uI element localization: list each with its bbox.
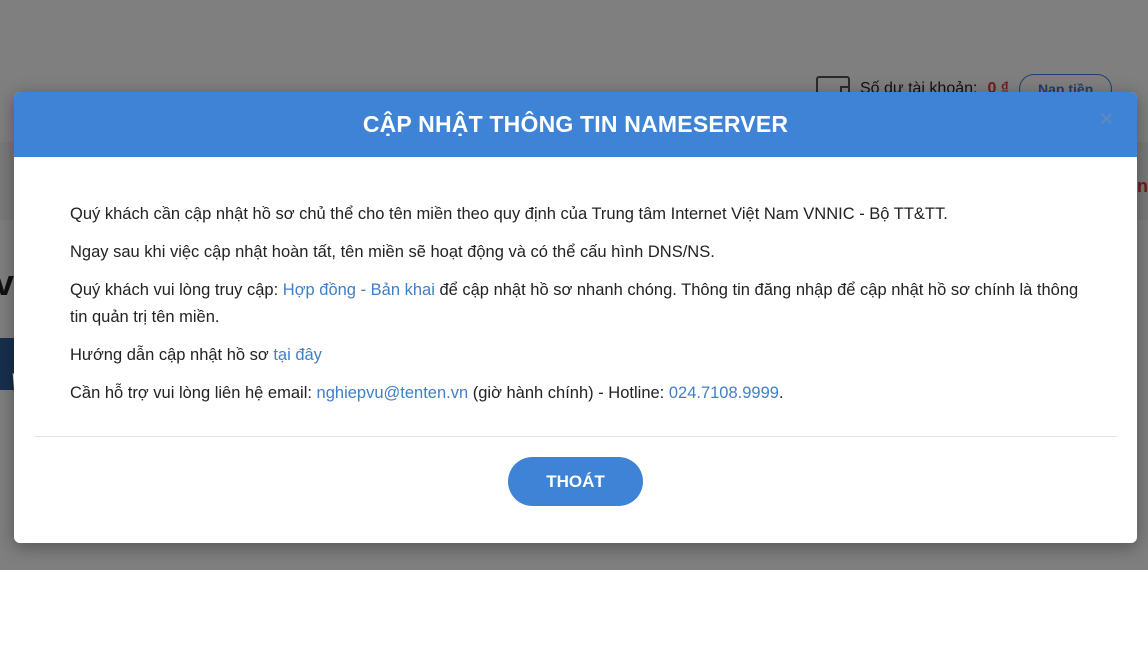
modal-body: Quý khách cần cập nhật hồ sơ chủ thể cho… [14, 157, 1137, 407]
modal-header: CẬP NHẬT THÔNG TIN NAMESERVER × [14, 92, 1137, 157]
info-paragraph-1: Quý khách cần cập nhật hồ sơ chủ thể cho… [70, 205, 948, 223]
paragraph-5-middle: (giờ hành chính) - Hotline: [468, 384, 669, 402]
hotline-link[interactable]: 024.7108.9999 [669, 384, 779, 402]
info-paragraph-4: Hướng dẫn cập nhật hồ sơ tại đây [70, 342, 1081, 369]
nameserver-update-modal: CẬP NHẬT THÔNG TIN NAMESERVER × Quý khác… [14, 92, 1137, 543]
modal-title: CẬP NHẬT THÔNG TIN NAMESERVER [362, 111, 789, 137]
guide-here-link[interactable]: tại đây [273, 346, 322, 364]
modal-divider [34, 436, 1117, 437]
close-icon[interactable]: × [1100, 108, 1113, 130]
paragraph-5-suffix: . [778, 384, 784, 402]
info-paragraph-2: Ngay sau khi việc cập nhật hoàn tất, tên… [70, 243, 715, 261]
support-email-link[interactable]: nghiepvu@tenten.vn [317, 384, 469, 402]
info-paragraph-3: Quý khách vui lòng truy cập: Hợp đồng - … [70, 277, 1081, 331]
paragraph-3-prefix: Quý khách vui lòng truy cập: [70, 281, 283, 299]
paragraph-4-prefix: Hướng dẫn cập nhật hồ sơ [70, 346, 274, 364]
exit-button[interactable]: THOÁT [508, 457, 643, 506]
info-paragraph-5: Cần hỗ trợ vui lòng liên hệ email: nghie… [70, 380, 1081, 407]
page: Số dư tài khoản: 0 ₫ Nạp tiền n v CẬP NH… [0, 0, 1148, 645]
contract-declaration-link[interactable]: Hợp đồng - Bản khai [283, 281, 435, 299]
paragraph-5-prefix: Cần hỗ trợ vui lòng liên hệ email: [70, 384, 317, 402]
background-footer [0, 570, 1148, 645]
